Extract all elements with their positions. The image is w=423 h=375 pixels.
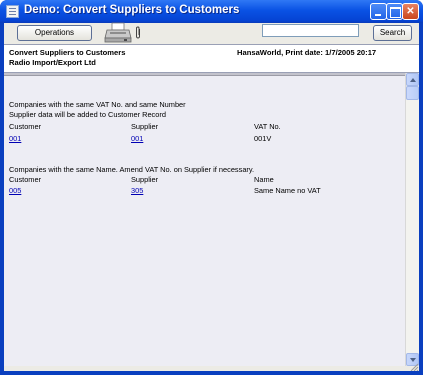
company-name: Radio Import/Export Ltd (9, 58, 96, 67)
search-button[interactable]: Search (373, 25, 412, 41)
window-client: Operations Search Convert Suppliers to C… (4, 21, 419, 371)
resize-grip-icon[interactable] (410, 363, 419, 371)
search-input[interactable] (262, 24, 359, 37)
close-button[interactable]: ✕ (402, 3, 419, 20)
app-icon (6, 5, 19, 18)
scroll-thumb[interactable] (406, 86, 419, 100)
name-value: Same Name no VAT (254, 186, 321, 195)
section1-subheading: Supplier data will be added to Customer … (9, 110, 166, 119)
window-title: Demo: Convert Suppliers to Customers (24, 4, 240, 16)
section2-heading: Companies with the same Name. Amend VAT … (9, 165, 255, 174)
column-header-supplier: Supplier (131, 175, 159, 184)
report-header: Convert Suppliers to Customers Radio Imp… (4, 44, 419, 73)
paperclip-icon[interactable] (135, 26, 141, 39)
title-bar[interactable]: Demo: Convert Suppliers to Customers ✕ (0, 0, 423, 23)
column-header-vat-no: VAT No. (254, 122, 281, 131)
column-header-name: Name (254, 175, 274, 184)
column-header-supplier: Supplier (131, 122, 159, 131)
column-header-customer: Customer (9, 122, 42, 131)
supplier-link[interactable]: 305 (131, 186, 143, 195)
printer-icon[interactable] (104, 21, 132, 45)
customer-link[interactable]: 005 (9, 186, 21, 195)
maximize-button[interactable] (386, 3, 403, 20)
customer-link[interactable]: 001 (9, 134, 21, 143)
vat-no-value: 001V (254, 134, 272, 143)
vertical-scrollbar[interactable] (405, 73, 419, 366)
scroll-up-arrow-icon[interactable] (406, 73, 419, 86)
toolbar: Operations Search (4, 21, 419, 46)
minimize-button[interactable] (370, 3, 387, 20)
supplier-link[interactable]: 001 (131, 134, 143, 143)
report-title: Convert Suppliers to Customers (9, 48, 126, 57)
report-body: Companies with the same VAT No. and same… (4, 73, 405, 366)
report-window: Demo: Convert Suppliers to Customers ✕ O… (0, 0, 423, 375)
section1-heading: Companies with the same VAT No. and same… (9, 100, 186, 109)
operations-button[interactable]: Operations (17, 25, 92, 41)
column-header-customer: Customer (9, 175, 42, 184)
separator-rule (4, 73, 405, 76)
print-info: HansaWorld, Print date: 1/7/2005 20:17 (237, 48, 377, 57)
